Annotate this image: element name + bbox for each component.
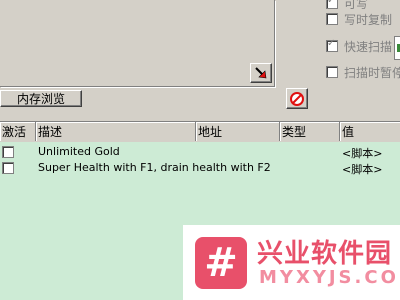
- option-fast-scan[interactable]: 快速扫描: [326, 38, 392, 54]
- active-checkbox[interactable]: [2, 146, 14, 158]
- red-arrow-icon: [255, 67, 267, 79]
- col-active[interactable]: 激活: [0, 122, 36, 141]
- fast-scan-checkbox[interactable]: [326, 38, 338, 52]
- scan-options: 可写 写时复制 快速扫描 扫描时暂停: [326, 0, 400, 90]
- copy-on-write-checkbox[interactable]: [326, 13, 338, 25]
- fast-scan-label: 快速扫描: [344, 39, 393, 54]
- site-watermark: # 兴业软件园 MYXYJS.COM: [183, 225, 400, 300]
- watermark-subtitle: MYXYJS.COM: [259, 267, 400, 288]
- row-description: Unlimited Gold: [38, 145, 120, 158]
- option-writable[interactable]: 可写: [326, 0, 368, 11]
- add-to-list-button[interactable]: [250, 63, 272, 83]
- pause-while-scanning-checkbox[interactable]: [326, 66, 338, 78]
- table-row[interactable]: Super Health with F1, drain health with …: [0, 160, 400, 176]
- hash-logo-icon: #: [195, 237, 247, 289]
- col-value[interactable]: 值: [340, 122, 400, 141]
- row-value: <脚本>: [342, 163, 383, 176]
- copy-on-write-label: 写时复制: [344, 12, 393, 27]
- col-description[interactable]: 描述: [36, 122, 196, 141]
- row-value: <脚本>: [342, 147, 383, 160]
- memory-browse-button[interactable]: 内存浏览: [0, 90, 82, 107]
- writable-checkbox[interactable]: [326, 0, 338, 9]
- option-copy-on-write[interactable]: 写时复制: [326, 11, 392, 27]
- option-pause-while-scanning[interactable]: 扫描时暂停: [326, 64, 400, 80]
- no-entry-icon: [290, 91, 304, 106]
- watermark-title: 兴业软件园: [257, 239, 393, 269]
- table-header: 激活 描述 地址 类型 值: [0, 121, 400, 142]
- clear-list-button[interactable]: [286, 88, 308, 109]
- pause-while-scanning-label: 扫描时暂停: [344, 65, 400, 80]
- top-panel: 可写 写时复制 快速扫描 扫描时暂停 内存浏览: [0, 0, 400, 120]
- fast-scan-value-field[interactable]: [394, 36, 400, 60]
- table-row[interactable]: Unlimited Gold <脚本>: [0, 144, 400, 160]
- col-type[interactable]: 类型: [280, 122, 340, 141]
- row-description: Super Health with F1, drain health with …: [38, 161, 271, 174]
- col-address[interactable]: 地址: [196, 122, 280, 141]
- active-checkbox[interactable]: [2, 162, 14, 174]
- scan-results-box[interactable]: [0, 0, 275, 87]
